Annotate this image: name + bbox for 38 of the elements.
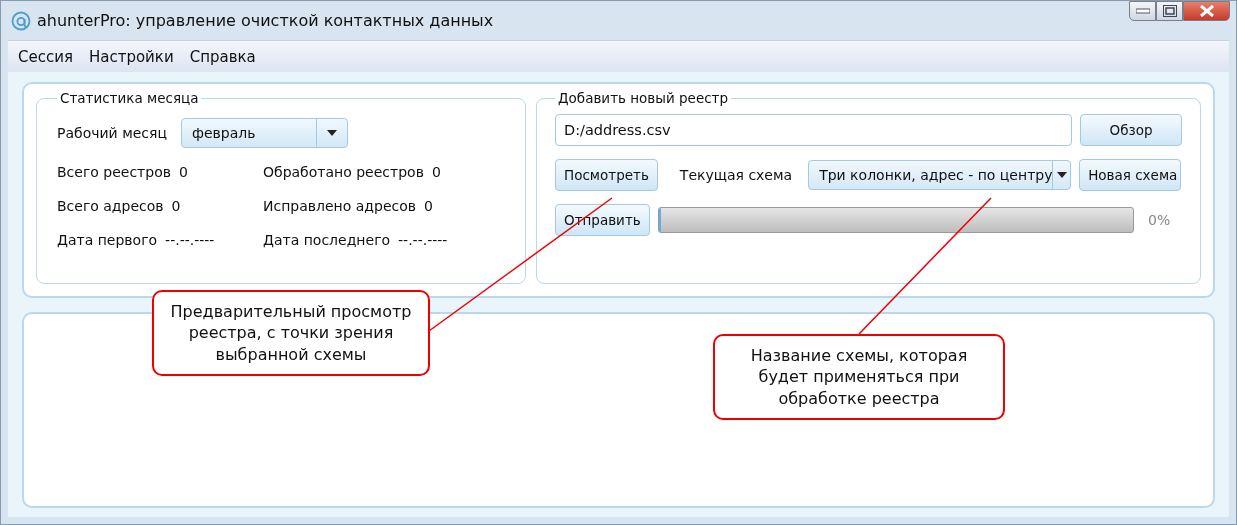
- menu-item[interactable]: Сессия: [18, 47, 73, 66]
- stat-value: --.--.----: [165, 232, 215, 248]
- stat-label: Обработано реестров: [263, 164, 424, 180]
- scheme-label: Текущая схема: [679, 167, 793, 183]
- stat-label: Всего реестров: [57, 164, 171, 180]
- progress-reading: 0%: [1148, 212, 1172, 228]
- maximize-button[interactable]: [1156, 1, 1183, 21]
- file-path-field[interactable]: D:/address.csv: [555, 114, 1072, 146]
- month-dropdown[interactable]: февраль: [180, 118, 348, 148]
- group-title: Добавить новый реестр: [557, 90, 730, 106]
- menu-item[interactable]: Настройки: [88, 47, 174, 66]
- minimize-icon: [1135, 8, 1150, 14]
- stat-label: Исправлено адресов: [263, 198, 417, 214]
- callout-note: Предварительный просмотр реестра, с точки зрения выбранной схемы: [152, 290, 430, 376]
- stat-value: 0: [424, 198, 433, 214]
- stat-label: Дата первого: [57, 232, 158, 248]
- callout-note: Название схемы, которая будет применяться при обработке реестра: [713, 334, 1005, 420]
- browse-button[interactable]: Обзор: [1080, 114, 1182, 146]
- stat-value: 0: [431, 164, 441, 180]
- new-scheme-button[interactable]: Новая схема: [1079, 159, 1182, 191]
- stat-label: Дата последнего: [263, 232, 391, 248]
- minimize-button[interactable]: [1129, 1, 1156, 21]
- month-label: Рабочий месяц: [57, 125, 167, 141]
- stat-value: 0: [178, 164, 188, 180]
- caret-icon: [326, 130, 337, 136]
- group-title: Статистика месяца: [59, 90, 200, 106]
- stat-label: Всего адресов: [57, 198, 164, 214]
- scheme-dropdown[interactable]: Три колонки, адрес - по центру: [808, 160, 1072, 190]
- stat-value: 0: [171, 198, 181, 214]
- close-icon: [1198, 5, 1215, 17]
- maximize-icon: [1162, 5, 1177, 17]
- menu-item[interactable]: Справка: [189, 47, 256, 66]
- window-title: ahunterPro: управление очисткой контактных данных: [37, 11, 494, 30]
- close-button[interactable]: [1183, 1, 1230, 21]
- preview-button[interactable]: Посмотреть: [555, 159, 658, 191]
- stat-value: --.--.----: [398, 232, 448, 248]
- caret-icon: [1056, 172, 1067, 178]
- app-logo-icon: [11, 10, 31, 31]
